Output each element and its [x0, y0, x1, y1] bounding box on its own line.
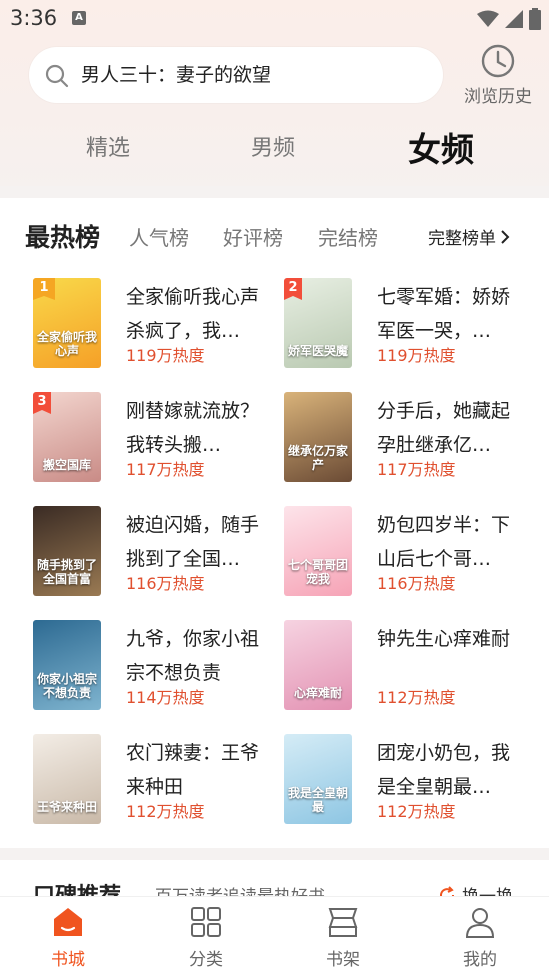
chevron-right-icon	[501, 229, 510, 244]
cover-text: 随手挑到了全国首富	[37, 558, 98, 586]
book-item[interactable]: 王爷来种田 农门辣妻：王爷来种田 112万热度	[33, 734, 283, 826]
tab-featured[interactable]: 精选	[86, 130, 130, 162]
nav-bookstore[interactable]: 书城	[28, 905, 108, 970]
book-item[interactable]: 心痒难耐 钟先生心痒难耐 112万热度	[284, 620, 534, 712]
book-item[interactable]: 继承亿万家产 分手后，她藏起孕肚继承亿… 117万热度	[284, 392, 534, 484]
user-icon	[465, 908, 495, 938]
book-cover[interactable]: 你家小祖宗不想负责	[33, 620, 101, 710]
book-item[interactable]: 3 搬空国库 刚替嫁就流放？我转头搬… 117万热度	[33, 392, 283, 484]
book-title[interactable]: 分手后，她藏起孕肚继承亿…	[377, 394, 527, 462]
book-heat: 117万热度	[126, 460, 205, 479]
book-cover[interactable]: 3 搬空国库	[33, 392, 101, 482]
book-title[interactable]: 农门辣妻：王爷来种田	[126, 736, 276, 804]
cover-text: 七个哥哥团宠我	[288, 558, 349, 586]
search-input[interactable]: 男人三十：妻子的欲望	[81, 47, 431, 103]
full-list-label: 完整榜单	[428, 229, 496, 249]
book-cover[interactable]: 继承亿万家产	[284, 392, 352, 482]
book-cover[interactable]: 1 全家偷听我心声	[33, 278, 101, 368]
nav-label-bookstore: 书城	[51, 950, 85, 970]
book-heat: 112万热度	[377, 688, 456, 707]
clock-icon	[481, 44, 515, 78]
cover-text: 全家偷听我心声	[37, 330, 98, 358]
rank-badge: 2	[284, 278, 302, 300]
section-divider-2	[0, 848, 549, 860]
full-list-link[interactable]: 完整榜单	[428, 224, 510, 249]
book-cover[interactable]: 王爷来种田	[33, 734, 101, 824]
book-heat: 119万热度	[126, 346, 205, 365]
search-icon	[45, 64, 69, 88]
book-title[interactable]: 七零军婚：娇娇军医一哭，…	[377, 280, 527, 348]
rank-badge: 3	[33, 392, 51, 414]
wifi-icon	[477, 10, 499, 27]
nav-label-profile: 我的	[463, 950, 497, 970]
nav-category[interactable]: 分类	[166, 905, 246, 970]
book-item[interactable]: 1 全家偷听我心声 全家偷听我心声杀疯了，我… 119万热度	[33, 278, 283, 370]
book-heat: 116万热度	[377, 574, 456, 593]
book-heat: 114万热度	[126, 688, 205, 707]
tab-male[interactable]: 男频	[251, 130, 295, 162]
nav-label-bookshelf: 书架	[326, 950, 360, 970]
book-title[interactable]: 团宠小奶包，我是全皇朝最…	[377, 736, 527, 804]
book-title[interactable]: 奶包四岁半：下山后七个哥…	[377, 508, 527, 576]
cover-text: 心痒难耐	[293, 686, 342, 700]
book-cover[interactable]: 2 娇军医哭魔	[284, 278, 352, 368]
book-item[interactable]: 七个哥哥团宠我 奶包四岁半：下山后七个哥… 116万热度	[284, 506, 534, 598]
search-bar[interactable]: 男人三十：妻子的欲望	[29, 47, 443, 103]
cover-text: 你家小祖宗不想负责	[37, 672, 98, 700]
history-button[interactable]: 浏览历史	[458, 44, 538, 108]
book-item[interactable]: 2 娇军医哭魔 七零军婚：娇娇军医一哭，… 119万热度	[284, 278, 534, 370]
book-heat: 119万热度	[377, 346, 456, 365]
status-time: 3:36	[10, 6, 58, 30]
book-heat: 117万热度	[377, 460, 456, 479]
ranking-title: 最热榜	[25, 223, 101, 252]
book-cover[interactable]: 我是全皇朝最	[284, 734, 352, 824]
book-title[interactable]: 刚替嫁就流放？我转头搬…	[126, 394, 276, 462]
rank-badge: 1	[33, 278, 55, 300]
signal-icon	[505, 10, 523, 28]
battery-icon	[529, 8, 541, 30]
cover-text: 继承亿万家产	[288, 444, 349, 472]
book-item[interactable]: 我是全皇朝最 团宠小奶包，我是全皇朝最… 112万热度	[284, 734, 534, 826]
book-item[interactable]: 随手挑到了全国首富 被迫闪婚，随手挑到了全国… 116万热度	[33, 506, 283, 598]
book-title[interactable]: 九爷，你家小祖宗不想负责	[126, 622, 276, 690]
book-title[interactable]: 全家偷听我心声杀疯了，我…	[126, 280, 276, 348]
bottom-nav: 书城 分类 书架 我的	[0, 896, 549, 976]
nav-label-category: 分类	[189, 950, 223, 970]
cover-text: 王爷来种田	[37, 800, 98, 814]
nav-profile[interactable]: 我的	[440, 905, 520, 970]
cover-text: 我是全皇朝最	[288, 786, 349, 814]
bookshelf-icon	[328, 908, 358, 937]
section-divider	[0, 186, 549, 198]
book-cover[interactable]: 七个哥哥团宠我	[284, 506, 352, 596]
notification-icon: A	[72, 11, 86, 25]
cover-text: 搬空国库	[42, 458, 91, 472]
history-label: 浏览历史	[464, 87, 532, 107]
book-heat: 112万热度	[377, 802, 456, 821]
status-icons	[477, 8, 541, 30]
book-heat: 112万热度	[126, 802, 205, 821]
book-heat: 116万热度	[126, 574, 205, 593]
nav-bookshelf[interactable]: 书架	[303, 905, 383, 970]
tab-female[interactable]: 女频	[408, 123, 474, 171]
book-cover[interactable]: 随手挑到了全国首富	[33, 506, 101, 596]
tab-rated[interactable]: 好评榜	[223, 222, 283, 251]
book-title[interactable]: 被迫闪婚，随手挑到了全国…	[126, 508, 276, 576]
cover-text: 娇军医哭魔	[288, 344, 349, 358]
home-icon	[54, 908, 82, 936]
book-title[interactable]: 钟先生心痒难耐	[377, 622, 527, 690]
tab-popular[interactable]: 人气榜	[129, 222, 189, 251]
book-cover[interactable]: 心痒难耐	[284, 620, 352, 710]
status-bar: 3:36 A	[0, 0, 549, 40]
grid-icon	[191, 907, 221, 937]
tab-completed[interactable]: 完结榜	[318, 222, 378, 251]
book-item[interactable]: 你家小祖宗不想负责 九爷，你家小祖宗不想负责 114万热度	[33, 620, 283, 712]
